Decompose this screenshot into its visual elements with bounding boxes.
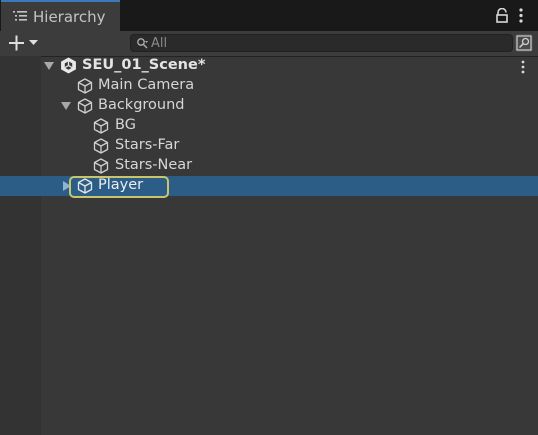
hierarchy-window: Hierarchy All SEU_01_Scene* Main Camera … xyxy=(0,0,538,435)
list-icon xyxy=(13,11,27,21)
lock-icon[interactable] xyxy=(495,8,509,23)
gameobject-cube-icon xyxy=(93,158,109,174)
tree-item-label: Stars-Near xyxy=(115,157,193,173)
search-input[interactable] xyxy=(151,35,501,51)
add-dropdown-button[interactable] xyxy=(6,33,42,53)
unity-logo-icon xyxy=(61,57,76,74)
tab-hierarchy[interactable]: Hierarchy xyxy=(1,0,120,31)
tab-title: Hierarchy xyxy=(33,8,106,26)
tree-item-stars-far[interactable]: Stars-Far xyxy=(0,136,538,156)
tree-item-bg[interactable]: BG xyxy=(0,116,538,136)
tab-bar: Hierarchy xyxy=(0,0,538,31)
tree-item-stars-near[interactable]: Stars-Near xyxy=(0,156,538,176)
tree-item-label: BG xyxy=(115,117,136,133)
scene-label: SEU_01_Scene* xyxy=(82,57,206,73)
tree-item-label: Main Camera xyxy=(98,77,195,93)
chevron-down-icon xyxy=(29,40,38,45)
search-icon xyxy=(137,38,148,49)
gameobject-cube-icon xyxy=(77,78,93,94)
hierarchy-tree[interactable]: SEU_01_Scene* Main Camera Background BG … xyxy=(0,56,538,435)
rename-focus-outline xyxy=(69,176,169,198)
gameobject-cube-icon xyxy=(77,98,93,114)
scene-row[interactable]: SEU_01_Scene* xyxy=(0,56,538,76)
gameobject-cube-icon xyxy=(93,118,109,134)
tree-item-background[interactable]: Background xyxy=(0,96,538,116)
tree-item-main-camera[interactable]: Main Camera xyxy=(0,76,538,96)
plus-icon xyxy=(9,35,24,51)
more-options-icon[interactable] xyxy=(517,7,525,24)
search-window-icon xyxy=(516,35,532,51)
tree-item-label: Background xyxy=(98,97,185,113)
hierarchy-toolbar xyxy=(0,31,538,57)
expand-arrow-icon[interactable] xyxy=(61,101,71,111)
expand-arrow-icon[interactable] xyxy=(44,61,54,71)
search-field[interactable] xyxy=(130,34,513,52)
search-window-button[interactable] xyxy=(515,34,533,52)
gameobject-cube-icon xyxy=(93,138,109,154)
scene-more-options-icon[interactable] xyxy=(520,60,526,74)
tree-item-label: Stars-Far xyxy=(115,137,180,153)
